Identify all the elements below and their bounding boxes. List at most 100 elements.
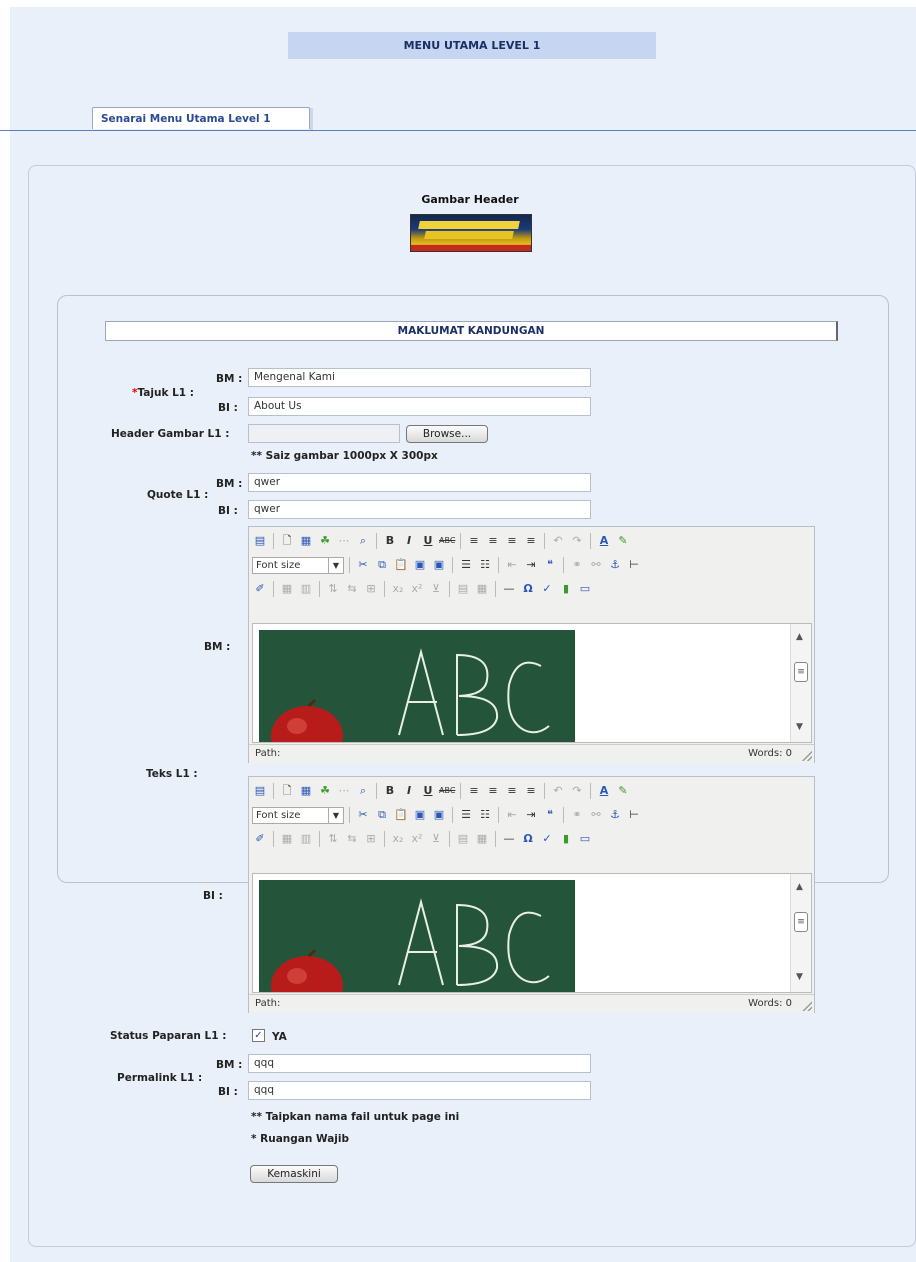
clear-format-icon[interactable]: ⊻ <box>428 581 444 597</box>
clear-format-icon[interactable]: ⊻ <box>428 831 444 847</box>
source-icon[interactable]: ▤ <box>252 533 268 549</box>
merge-icon[interactable]: ⊞ <box>363 831 379 847</box>
outdent-icon[interactable]: ⇤ <box>504 557 520 573</box>
new-document-icon[interactable]: 🗋 <box>279 783 295 799</box>
rich-text-editor-bi[interactable]: ▤ 🗋 ▦ ☘ ⋯ ⌕ B I U ABC ≡ ≡ ≡ ≡ ↶ ↷ A ✎ Fo… <box>248 776 815 1013</box>
underline-icon[interactable]: U <box>420 783 436 799</box>
preview-icon[interactable]: ⌕ <box>355 783 371 799</box>
image-icon[interactable]: ☘ <box>317 783 333 799</box>
omega-icon[interactable]: Ω <box>520 831 536 847</box>
copy-icon[interactable]: ⧉ <box>374 807 390 823</box>
visual-aid-icon[interactable]: ▤ <box>455 581 471 597</box>
table-icon[interactable]: ▦ <box>279 831 295 847</box>
horizontal-rule-icon[interactable]: ⊢ <box>626 807 642 823</box>
col-icon[interactable]: ⇆ <box>344 581 360 597</box>
paste-word-icon[interactable]: ▣ <box>431 557 447 573</box>
scroll-thumb-icon[interactable]: ≡ <box>794 912 808 932</box>
source-icon[interactable]: ▤ <box>252 783 268 799</box>
redo-icon[interactable]: ↷ <box>569 783 585 799</box>
omega-icon[interactable]: Ω <box>520 581 536 597</box>
media-icon[interactable]: ▮ <box>558 581 574 597</box>
header-gambar-file-input[interactable] <box>248 424 400 443</box>
blockquote-icon[interactable]: ❝ <box>542 557 558 573</box>
align-center-icon[interactable]: ≡ <box>485 533 501 549</box>
rich-text-editor-bm[interactable]: ▤ 🗋 ▦ ☘ ⋯ ⌕ B I U ABC ≡ ≡ ≡ ≡ ↶ ↷ A ✎ Fo… <box>248 526 815 763</box>
edit-icon[interactable]: ✐ <box>252 831 268 847</box>
paste-text-icon[interactable]: ▣ <box>412 807 428 823</box>
paste-text-icon[interactable]: ▣ <box>412 557 428 573</box>
spellcheck-icon[interactable]: ✓ <box>539 831 555 847</box>
media-icon[interactable]: ▮ <box>558 831 574 847</box>
horizontal-rule-icon[interactable]: ⊢ <box>626 557 642 573</box>
anchor-icon[interactable]: ⚓ <box>607 807 623 823</box>
resize-grip-icon[interactable] <box>802 1001 812 1011</box>
outdent-icon[interactable]: ⇤ <box>504 807 520 823</box>
image-icon[interactable]: ☘ <box>317 533 333 549</box>
bullet-list-icon[interactable]: ☰ <box>458 807 474 823</box>
permalink-bi-input[interactable]: qqq <box>248 1081 591 1100</box>
hr-line-icon[interactable]: — <box>501 831 517 847</box>
align-justify-icon[interactable]: ≡ <box>523 783 539 799</box>
tajuk-bi-input[interactable]: About Us <box>248 397 591 416</box>
text-color-icon[interactable]: A <box>596 533 612 549</box>
fullscreen-icon[interactable]: ▭ <box>577 581 593 597</box>
scroll-up-icon[interactable]: ▲ <box>796 632 803 642</box>
undo-icon[interactable]: ↶ <box>550 533 566 549</box>
bold-icon[interactable]: B <box>382 533 398 549</box>
preview-icon[interactable]: ⌕ <box>355 533 371 549</box>
cut-icon[interactable]: ✂ <box>355 557 371 573</box>
scroll-up-icon[interactable]: ▲ <box>796 882 803 892</box>
align-center-icon[interactable]: ≡ <box>485 783 501 799</box>
merge-icon[interactable]: ⊞ <box>363 581 379 597</box>
highlight-color-icon[interactable]: ✎ <box>615 783 631 799</box>
numbered-list-icon[interactable]: ☷ <box>477 807 493 823</box>
cut-icon[interactable]: ✂ <box>355 807 371 823</box>
italic-icon[interactable]: I <box>401 533 417 549</box>
font-size-select[interactable]: Font size ▼ <box>252 556 344 574</box>
permalink-bm-input[interactable]: qqq <box>248 1054 591 1073</box>
superscript-icon[interactable]: x² <box>409 581 425 597</box>
kemaskini-button[interactable]: Kemaskini <box>250 1165 338 1183</box>
align-right-icon[interactable]: ≡ <box>504 533 520 549</box>
new-document-icon[interactable]: 🗋 <box>279 533 295 549</box>
editor-scrollbar[interactable]: ▲ ≡ ▼ <box>790 874 811 992</box>
paste-icon[interactable]: 📋 <box>393 557 409 573</box>
tajuk-bm-input[interactable]: Mengenal Kami <box>248 368 591 387</box>
blockquote-icon[interactable]: ❝ <box>542 807 558 823</box>
scroll-thumb-icon[interactable]: ≡ <box>794 662 808 682</box>
editor-content-area[interactable]: ▲ ≡ ▼ <box>252 873 812 993</box>
align-left-icon[interactable]: ≡ <box>466 533 482 549</box>
char-map-icon[interactable]: ▦ <box>474 831 490 847</box>
undo-icon[interactable]: ↶ <box>550 783 566 799</box>
editor-content-area[interactable]: ▲ ≡ ▼ <box>252 623 812 743</box>
strikethrough-icon[interactable]: ABC <box>439 533 455 549</box>
hr-line-icon[interactable]: — <box>501 581 517 597</box>
highlight-color-icon[interactable]: ✎ <box>615 533 631 549</box>
link-icon[interactable]: ⚭ <box>569 557 585 573</box>
anchor-icon[interactable]: ⚓ <box>607 557 623 573</box>
link-icon[interactable]: ⚭ <box>569 807 585 823</box>
quote-bi-input[interactable]: qwer <box>248 500 591 519</box>
subscript-icon[interactable]: x₂ <box>390 581 406 597</box>
spellcheck-icon[interactable]: ✓ <box>539 581 555 597</box>
fullscreen-icon[interactable]: ▭ <box>577 831 593 847</box>
numbered-list-icon[interactable]: ☷ <box>477 557 493 573</box>
font-size-select[interactable]: Font size ▼ <box>252 806 344 824</box>
edit-icon[interactable]: ✐ <box>252 581 268 597</box>
template-icon[interactable]: ▦ <box>298 533 314 549</box>
indent-icon[interactable]: ⇥ <box>523 807 539 823</box>
browse-button[interactable]: Browse... <box>406 425 488 443</box>
table-icon[interactable]: ▦ <box>279 581 295 597</box>
underline-icon[interactable]: U <box>420 533 436 549</box>
align-left-icon[interactable]: ≡ <box>466 783 482 799</box>
table-props-icon[interactable]: ▥ <box>298 581 314 597</box>
subscript-icon[interactable]: x₂ <box>390 831 406 847</box>
bullet-list-icon[interactable]: ☰ <box>458 557 474 573</box>
superscript-icon[interactable]: x² <box>409 831 425 847</box>
paste-word-icon[interactable]: ▣ <box>431 807 447 823</box>
paste-icon[interactable]: 📋 <box>393 807 409 823</box>
scroll-down-icon[interactable]: ▼ <box>796 722 803 732</box>
quote-bm-input[interactable]: qwer <box>248 473 591 492</box>
unlink-icon[interactable]: ⚯ <box>588 807 604 823</box>
status-checkbox[interactable]: ✓ <box>252 1029 265 1042</box>
